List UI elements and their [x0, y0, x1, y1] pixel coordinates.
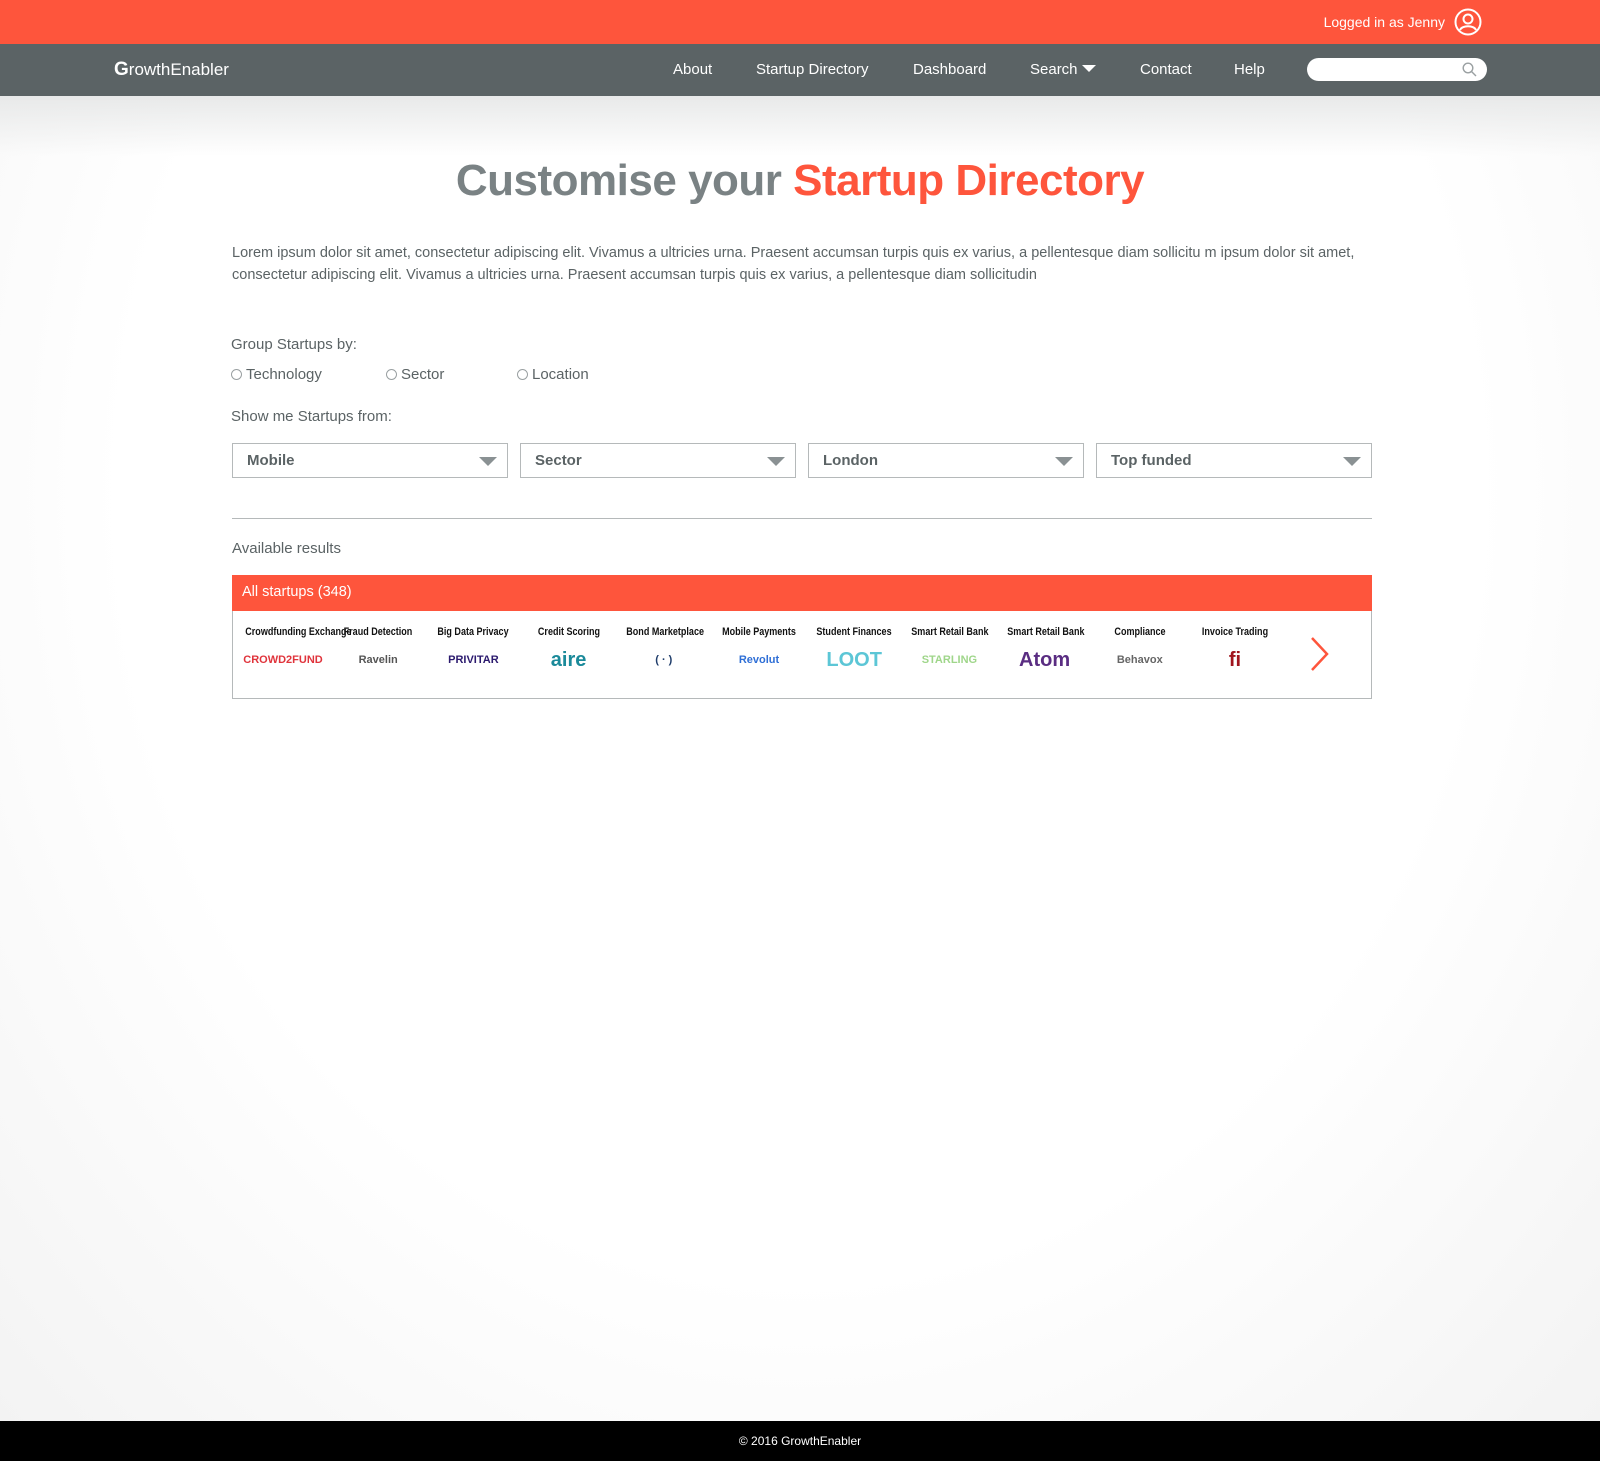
- startup-logo: STARLING: [921, 654, 978, 666]
- top-bar: Logged in as Jenny: [0, 0, 1600, 44]
- chevron-down-icon: [1055, 457, 1073, 466]
- startup-card[interactable]: Smart Retail Bank Atom: [999, 625, 1091, 675]
- startup-logo: fi: [1228, 648, 1242, 671]
- chevron-down-icon: [767, 457, 785, 466]
- startup-card[interactable]: Credit Scoring aire: [523, 625, 615, 675]
- startup-logo: Revolut: [738, 654, 780, 666]
- location-select[interactable]: London: [808, 443, 1084, 478]
- results-header: All startups (348): [232, 575, 1372, 611]
- nav-search[interactable]: Search: [1030, 61, 1096, 78]
- startup-logo: Behavox: [1116, 654, 1163, 666]
- intro-text: Lorem ipsum dolor sit amet, consectetur …: [232, 245, 1355, 283]
- technology-select[interactable]: Mobile: [232, 443, 508, 478]
- nav-search-box: [1307, 58, 1487, 81]
- section-divider: [232, 518, 1372, 519]
- startup-card[interactable]: Bond Marketplace ( · ): [618, 625, 710, 675]
- startup-carousel: Crowdfunding Exchange CROWD2FUND Fraud Det…: [232, 611, 1372, 699]
- nav-help[interactable]: Help: [1234, 61, 1265, 78]
- chevron-right-icon[interactable]: [1309, 635, 1331, 673]
- nav-startup-directory[interactable]: Startup Directory: [756, 61, 869, 78]
- radio-technology[interactable]: Technology: [231, 366, 322, 383]
- startup-logo: PRIVITAR: [448, 654, 499, 666]
- startup-category: Smart Retail Bank: [1006, 626, 1085, 638]
- chevron-down-icon: [479, 457, 497, 466]
- startup-category: Smart Retail Bank: [911, 626, 989, 638]
- startup-category: Student Finances: [816, 626, 892, 638]
- group-by-label: Group Startups by:: [231, 336, 357, 353]
- startup-logo: aire: [550, 648, 587, 671]
- nav-dashboard[interactable]: Dashboard: [913, 61, 986, 78]
- login-status: Logged in as Jenny: [1323, 14, 1445, 30]
- startup-card[interactable]: Invoice Trading fi: [1189, 625, 1281, 675]
- available-results-label: Available results: [232, 540, 341, 557]
- startup-category: Compliance: [1114, 626, 1166, 638]
- startup-category: Credit Scoring: [537, 626, 600, 638]
- chevron-down-icon: [1343, 457, 1361, 466]
- startup-card[interactable]: Fraud Detection Ravelin: [332, 625, 424, 675]
- startup-category: Bond Marketplace: [626, 626, 704, 638]
- startup-card[interactable]: Smart Retail Bank STARLING: [903, 625, 995, 675]
- startup-card[interactable]: Crowdfunding Exchange CROWD2FUND: [237, 625, 352, 675]
- startup-logo: ( · ): [655, 654, 673, 666]
- startup-card[interactable]: Student Finances LOOT: [808, 625, 900, 675]
- startup-logo: CROWD2FUND: [243, 654, 323, 666]
- startup-card[interactable]: Big Data Privacy PRIVITAR: [427, 625, 519, 675]
- radio-circle-icon: [386, 369, 397, 380]
- user-circle-icon[interactable]: [1454, 8, 1482, 36]
- startup-card[interactable]: Compliance Behavox: [1094, 625, 1186, 675]
- radio-circle-icon: [231, 369, 242, 380]
- page-title: Customise your Startup Directory: [455, 156, 1145, 205]
- startup-logo: Atom: [1019, 648, 1071, 671]
- nav-contact[interactable]: Contact: [1140, 61, 1192, 78]
- sort-select[interactable]: Top funded: [1096, 443, 1372, 478]
- filters-label: Show me Startups from:: [231, 408, 392, 425]
- startup-category: Big Data Privacy: [437, 626, 509, 638]
- startup-logo: Ravelin: [358, 654, 398, 666]
- startup-category: Fraud Detection: [343, 626, 413, 638]
- footer: © 2016 GrowthEnabler: [0, 1421, 1600, 1461]
- radio-location[interactable]: Location: [517, 366, 589, 383]
- sector-select[interactable]: Sector: [520, 443, 796, 478]
- main-content: Customise your Startup Directory Lorem i…: [0, 96, 1600, 1421]
- startup-category: Crowdfunding Exchange: [245, 626, 352, 638]
- startup-logo: LOOT: [826, 648, 882, 671]
- startup-category: Invoice Trading: [1201, 626, 1269, 638]
- startup-card[interactable]: Mobile Payments Revolut: [713, 625, 805, 675]
- radio-sector[interactable]: Sector: [386, 366, 444, 383]
- main-navbar: GrowthEnabler About Startup Directory Da…: [0, 44, 1600, 96]
- search-input[interactable]: [1319, 58, 1459, 81]
- startup-category: Mobile Payments: [722, 626, 796, 638]
- chevron-down-icon: [1081, 65, 1096, 72]
- search-icon[interactable]: [1462, 62, 1477, 77]
- nav-about[interactable]: About: [673, 61, 712, 78]
- radio-circle-icon: [517, 369, 528, 380]
